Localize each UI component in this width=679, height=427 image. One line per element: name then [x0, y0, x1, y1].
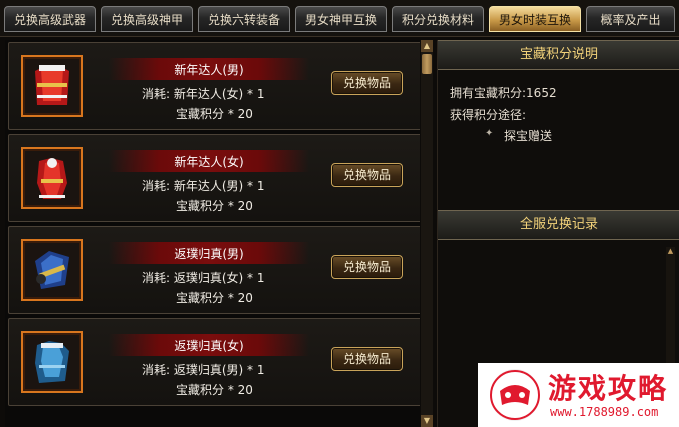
tab-fashion-gender-swap[interactable]: 男女时装互换: [489, 6, 581, 32]
list-item: 新年达人(女) 消耗: 新年达人(男) * 1 宝藏积分 * 20 兑换物品: [8, 134, 420, 222]
points-source-label: 获得积分途径:: [450, 108, 527, 122]
points-source-item: 探宝赠送: [504, 129, 553, 143]
item-cost: 消耗: 新年达人(男) * 1: [142, 179, 265, 193]
exchange-button[interactable]: 兑换物品: [331, 347, 403, 371]
exchange-button[interactable]: 兑换物品: [331, 163, 403, 187]
item-slot[interactable]: [21, 239, 83, 301]
item-cost: 消耗: 返璞归真(男) * 1: [142, 363, 265, 377]
tab-bar: 兑换高级武器 兑换高级神甲 兑换六转装备 男女神甲互换 积分兑换材料 男女时装互…: [0, 0, 679, 37]
tab-rates-output[interactable]: 概率及产出: [586, 6, 675, 32]
tab-sixth-gear[interactable]: 兑换六转装备: [198, 6, 290, 32]
scroll-up-icon[interactable]: ▲: [421, 40, 433, 52]
item-cost: 消耗: 返璞归真(女) * 1: [142, 271, 265, 285]
item-points-cost: 宝藏积分 * 20: [176, 383, 253, 397]
exchange-button[interactable]: 兑换物品: [331, 255, 403, 279]
tab-armor-gender-swap[interactable]: 男女神甲互换: [295, 6, 387, 32]
red-robe-icon: [35, 65, 69, 105]
tab-advanced-armor[interactable]: 兑换高级神甲: [101, 6, 193, 32]
watermark-url: www.1788989.com: [550, 405, 659, 419]
item-points-cost: 宝藏积分 * 20: [176, 107, 253, 121]
list-item: 返璞归真(男) 消耗: 返璞归真(女) * 1 宝藏积分 * 20 兑换物品: [8, 226, 420, 314]
item-slot[interactable]: [21, 55, 83, 117]
scroll-thumb[interactable]: [422, 54, 432, 74]
item-cost: 消耗: 新年达人(女) * 1: [142, 87, 265, 101]
bullet-icon: ✦: [485, 128, 494, 139]
tab-points-materials[interactable]: 积分兑换材料: [392, 6, 484, 32]
item-slot[interactable]: [21, 331, 83, 393]
watermark-title: 游戏攻略: [548, 372, 669, 405]
item-name: 返璞归真(女): [174, 339, 244, 353]
exchange-list: 新年达人(男) 消耗: 新年达人(女) * 1 宝藏积分 * 20 兑换物品 新…: [5, 40, 420, 427]
exchange-records-title: 全服兑换记录: [438, 210, 679, 240]
exchange-button[interactable]: 兑换物品: [331, 71, 403, 95]
scroll-up-icon[interactable]: ▲: [666, 247, 675, 256]
owned-points: 拥有宝藏积分:1652: [450, 86, 557, 100]
blue-robe-icon: [35, 251, 69, 289]
list-item: 新年达人(男) 消耗: 新年达人(女) * 1 宝藏积分 * 20 兑换物品: [8, 42, 420, 130]
item-slot[interactable]: [21, 147, 83, 209]
blue-dress-icon: [35, 341, 69, 383]
points-info-title: 宝藏积分说明: [438, 40, 679, 70]
item-name: 返璞归真(男): [174, 247, 244, 261]
item-name: 新年达人(男): [174, 63, 244, 77]
list-item: 返璞归真(女) 消耗: 返璞归真(男) * 1 宝藏积分 * 20 兑换物品: [8, 318, 420, 406]
scroll-down-icon[interactable]: ▼: [421, 415, 433, 427]
red-dress-icon: [37, 158, 67, 199]
watermark: 游戏攻略 www.1788989.com: [478, 363, 679, 427]
list-scrollbar[interactable]: ▲ ▼: [421, 40, 433, 427]
gamepad-logo-icon: [490, 369, 540, 421]
item-points-cost: 宝藏积分 * 20: [176, 291, 253, 305]
item-points-cost: 宝藏积分 * 20: [176, 199, 253, 213]
item-name: 新年达人(女): [174, 155, 244, 169]
tab-advanced-weapons[interactable]: 兑换高级武器: [4, 6, 96, 32]
